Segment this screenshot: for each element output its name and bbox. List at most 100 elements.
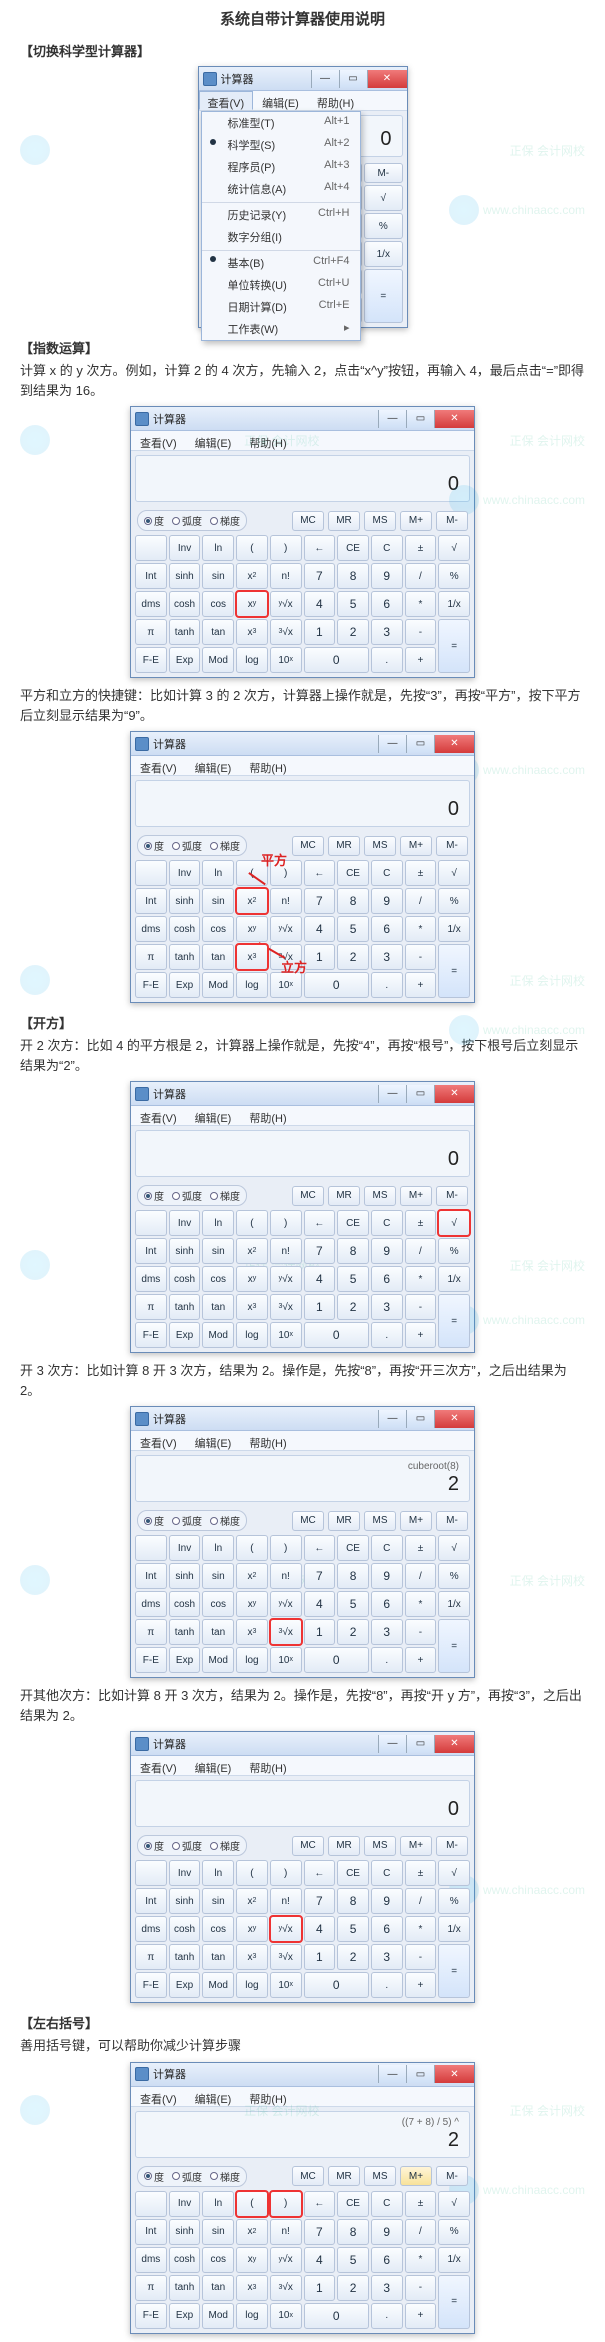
- menu-edit[interactable]: 编辑(E): [186, 2087, 241, 2106]
- angle-rad[interactable]: 弧度: [172, 1513, 202, 1528]
- close-button[interactable]: ✕: [434, 1085, 474, 1103]
- key-←[interactable]: ←: [304, 1535, 336, 1561]
- menu-view[interactable]: 查看(V): [131, 431, 186, 450]
- key-C[interactable]: C: [371, 535, 403, 561]
- angle-rad[interactable]: 弧度: [172, 2169, 202, 2184]
- key-8[interactable]: 8: [337, 1238, 369, 1264]
- maximize-button[interactable]: ▭: [406, 410, 434, 428]
- key-√[interactable]: √: [438, 535, 470, 561]
- key-2[interactable]: 2: [337, 1294, 369, 1320]
- menu-edit[interactable]: 编辑(E): [186, 756, 241, 775]
- key-Inv[interactable]: Inv: [169, 2191, 201, 2217]
- key-blank[interactable]: [135, 1535, 167, 1561]
- menu-help[interactable]: 帮助(H): [308, 91, 363, 110]
- key-C[interactable]: C: [371, 1860, 403, 1886]
- key-ʸ√x[interactable]: y√x: [270, 916, 302, 942]
- key-=[interactable]: =: [438, 1619, 470, 1673]
- key-1/x[interactable]: 1/x: [438, 591, 470, 617]
- close-button[interactable]: ✕: [434, 410, 474, 428]
- key-Int[interactable]: Int: [135, 1238, 167, 1264]
- view-menu-item[interactable]: 日期计算(D)Ctrl+E: [202, 296, 360, 318]
- key-/[interactable]: /: [405, 1563, 437, 1589]
- key-/[interactable]: /: [405, 1238, 437, 1264]
- angle-deg[interactable]: 度: [144, 838, 164, 853]
- key-1/x[interactable]: 1/x: [438, 1266, 470, 1292]
- key-0[interactable]: 0: [304, 1322, 369, 1348]
- key-%[interactable]: %: [364, 213, 402, 239]
- key-³√x[interactable]: 3√x: [270, 1619, 302, 1645]
- menu-help[interactable]: 帮助(H): [240, 431, 295, 450]
- key-F-E[interactable]: F-E: [135, 1647, 167, 1673]
- key-mr[interactable]: MR: [328, 1186, 360, 1206]
- menu-view[interactable]: 查看(V): [131, 1756, 186, 1775]
- view-menu-item[interactable]: 标准型(T)Alt+1: [202, 112, 360, 134]
- key-0[interactable]: 0: [304, 972, 369, 998]
- key--[interactable]: -: [405, 1944, 437, 1970]
- key-±[interactable]: ±: [405, 1210, 437, 1236]
- key-3[interactable]: 3: [371, 2275, 403, 2301]
- key-tan[interactable]: tan: [202, 1294, 234, 1320]
- key-CE[interactable]: CE: [337, 1210, 369, 1236]
- key-tanh[interactable]: tanh: [169, 2275, 201, 2301]
- key-x³[interactable]: x3: [236, 2275, 268, 2301]
- key-1/x[interactable]: 1/x: [438, 1591, 470, 1617]
- key-F-E[interactable]: F-E: [135, 1972, 167, 1998]
- key-2[interactable]: 2: [337, 1944, 369, 1970]
- key-C[interactable]: C: [371, 1210, 403, 1236]
- angle-grad[interactable]: 梯度: [210, 1513, 240, 1528]
- key-1[interactable]: 1: [304, 1944, 336, 1970]
- key-n![interactable]: n!: [270, 1563, 302, 1589]
- key-mc[interactable]: MC: [292, 1836, 324, 1856]
- key-9[interactable]: 9: [371, 1238, 403, 1264]
- key-ʸ√x[interactable]: y√x: [270, 1266, 302, 1292]
- key-log[interactable]: log: [236, 1647, 268, 1673]
- key-←[interactable]: ←: [304, 535, 336, 561]
- key-sin[interactable]: sin: [202, 888, 234, 914]
- key-ms[interactable]: MS: [364, 836, 396, 856]
- key-x²[interactable]: x2: [236, 563, 268, 589]
- key-tanh[interactable]: tanh: [169, 1619, 201, 1645]
- key-tan[interactable]: tan: [202, 1619, 234, 1645]
- maximize-button[interactable]: ▭: [406, 2065, 434, 2083]
- key-m+[interactable]: M+: [400, 511, 432, 531]
- key-n![interactable]: n!: [270, 1888, 302, 1914]
- key-ln[interactable]: ln: [202, 535, 234, 561]
- key-Exp[interactable]: Exp: [169, 1972, 201, 1998]
- key-7[interactable]: 7: [304, 2219, 336, 2245]
- key-=[interactable]: =: [438, 1944, 470, 1998]
- key-x²[interactable]: x2: [236, 2219, 268, 2245]
- key-)[interactable]: ): [270, 1860, 302, 1886]
- key-+[interactable]: +: [405, 1647, 437, 1673]
- minimize-button[interactable]: —: [378, 735, 406, 753]
- close-button[interactable]: ✕: [367, 70, 407, 88]
- key-*[interactable]: *: [405, 591, 437, 617]
- key-6[interactable]: 6: [371, 1591, 403, 1617]
- key-Int[interactable]: Int: [135, 1888, 167, 1914]
- key--[interactable]: -: [405, 1619, 437, 1645]
- key-cos[interactable]: cos: [202, 2247, 234, 2273]
- key-±[interactable]: ±: [405, 535, 437, 561]
- key-cos[interactable]: cos: [202, 591, 234, 617]
- key-([interactable]: (: [236, 535, 268, 561]
- key-Exp[interactable]: Exp: [169, 647, 201, 673]
- key-←[interactable]: ←: [304, 1860, 336, 1886]
- menu-edit[interactable]: 编辑(E): [186, 1431, 241, 1450]
- key-*[interactable]: *: [405, 2247, 437, 2273]
- key-cosh[interactable]: cosh: [169, 1591, 201, 1617]
- key-=[interactable]: =: [438, 619, 470, 673]
- key-dms[interactable]: dms: [135, 1916, 167, 1942]
- key-π[interactable]: π: [135, 2275, 167, 2301]
- key-9[interactable]: 9: [371, 2219, 403, 2245]
- key-)[interactable]: ): [270, 860, 302, 886]
- menu-help[interactable]: 帮助(H): [240, 1756, 295, 1775]
- view-menu-item[interactable]: 基本(B)Ctrl+F4: [202, 250, 360, 274]
- key-8[interactable]: 8: [337, 1563, 369, 1589]
- key-4[interactable]: 4: [304, 2247, 336, 2273]
- key-Int[interactable]: Int: [135, 1563, 167, 1589]
- key-3[interactable]: 3: [371, 619, 403, 645]
- key-m-[interactable]: M-: [436, 836, 468, 856]
- key-ln[interactable]: ln: [202, 1535, 234, 1561]
- key-0[interactable]: 0: [304, 2303, 369, 2329]
- key-±[interactable]: ±: [405, 1535, 437, 1561]
- key-4[interactable]: 4: [304, 1266, 336, 1292]
